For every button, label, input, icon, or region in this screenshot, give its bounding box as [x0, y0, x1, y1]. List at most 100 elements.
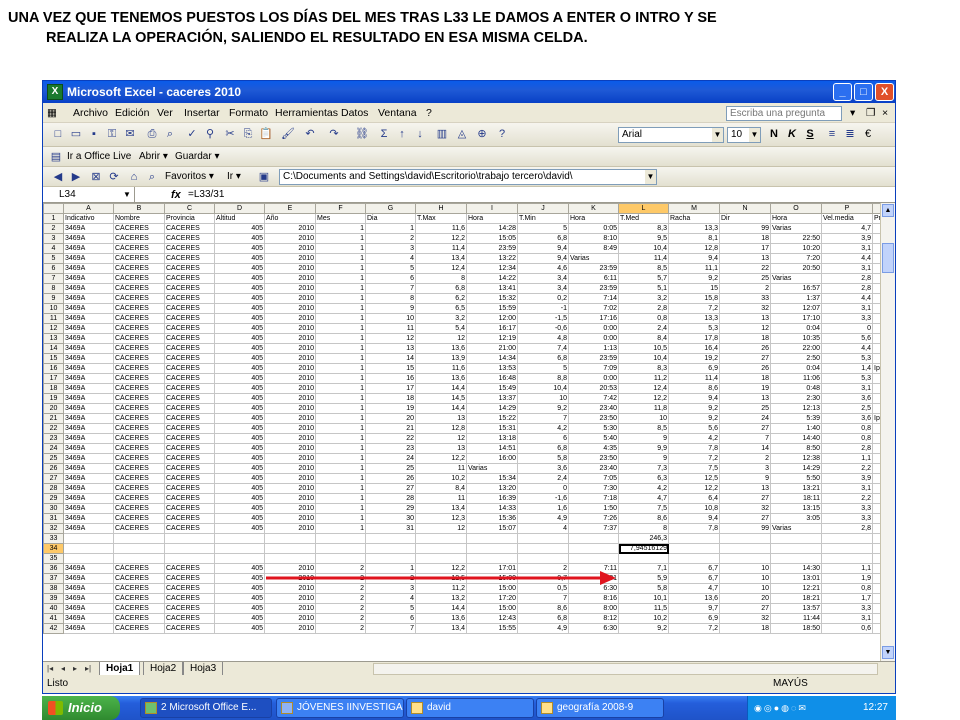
header-cell[interactable]: T.Max	[415, 213, 467, 224]
cell[interactable]: 13	[719, 483, 771, 494]
cell[interactable]: 5,3	[821, 373, 873, 384]
cell[interactable]: 13:37	[466, 393, 518, 404]
cell[interactable]: 12:38	[770, 453, 822, 464]
favorites-button[interactable]: Favoritos ▾	[165, 170, 214, 184]
cell[interactable]: 9,2	[668, 403, 720, 414]
cell[interactable]: 14,4	[415, 383, 467, 394]
cell[interactable]: 13,4	[415, 503, 467, 514]
cell[interactable]: 14,4	[415, 403, 467, 414]
cell[interactable]: 15:49	[466, 383, 518, 394]
doc-restore-icon[interactable]: ❐	[866, 103, 875, 123]
cell[interactable]: 13,3	[668, 313, 720, 324]
cell[interactable]: 14:22	[466, 273, 518, 284]
cell[interactable]: 405	[214, 263, 265, 274]
cell[interactable]: 10	[517, 393, 569, 404]
cell[interactable]: 3469A	[63, 413, 114, 424]
cell[interactable]: 405	[214, 303, 265, 314]
cell[interactable]: 3,1	[821, 243, 873, 254]
address-field[interactable]: C:\Documents and Settings\david\Escritor…	[279, 169, 657, 185]
cell[interactable]: 12,5	[668, 473, 720, 484]
search-web-icon[interactable]: ⌕	[145, 170, 159, 184]
cell[interactable]: 18	[719, 623, 771, 634]
go-button[interactable]: Ir ▾	[227, 170, 241, 184]
cell[interactable]: CACERES	[164, 483, 215, 494]
cell[interactable]: 8,5	[618, 423, 669, 434]
cell[interactable]: 10	[719, 573, 771, 584]
cell[interactable]: 1:50	[568, 503, 619, 514]
minimize-button[interactable]: _	[833, 83, 852, 101]
cell[interactable]: 2010	[264, 283, 316, 294]
cell[interactable]: CACERES	[164, 453, 215, 464]
cell[interactable]: 23:59	[568, 283, 619, 294]
cell[interactable]: 2	[719, 283, 771, 294]
cell[interactable]: 11,4	[668, 373, 720, 384]
cell[interactable]: 6,7	[668, 563, 720, 574]
cell[interactable]: 15:36	[466, 513, 518, 524]
cell[interactable]: 3469A	[63, 433, 114, 444]
cell[interactable]: 2010	[264, 493, 316, 504]
cell[interactable]: 7:20	[770, 253, 822, 264]
cell[interactable]: 2,8	[821, 443, 873, 454]
cell[interactable]: 5	[517, 223, 569, 234]
cell[interactable]: CACERES	[164, 423, 215, 434]
cell[interactable]: 1	[315, 313, 366, 324]
cell[interactable]: 2:30	[770, 393, 822, 404]
cell[interactable]: 1	[315, 473, 366, 484]
cell[interactable]: CACERES	[164, 353, 215, 364]
cell[interactable]: 3469A	[63, 383, 114, 394]
cell[interactable]: 7	[719, 433, 771, 444]
cell[interactable]: 8:49	[568, 243, 619, 254]
cell[interactable]: CÁCERES	[113, 583, 165, 594]
cell[interactable]: 12,4	[415, 263, 467, 274]
row-header[interactable]: 13	[43, 333, 64, 344]
cell[interactable]: 20	[365, 413, 416, 424]
cell[interactable]: 13:18	[466, 433, 518, 444]
row-header[interactable]: 14	[43, 343, 64, 354]
cell[interactable]: 8	[365, 293, 416, 304]
header-cell[interactable]: Dia	[365, 213, 416, 224]
cell[interactable]: 2,8	[821, 283, 873, 294]
cell[interactable]: 6,9	[668, 613, 720, 624]
open-menu-button[interactable]: Abrir ▾	[139, 150, 168, 164]
cell[interactable]: 15:55	[466, 623, 518, 634]
menu-ventana[interactable]: Ventana	[378, 103, 417, 123]
cell[interactable]: CÁCERES	[113, 223, 165, 234]
cell[interactable]: 6,8	[517, 233, 569, 244]
cell[interactable]: 1	[315, 343, 366, 354]
redo-icon[interactable]: ↷	[327, 127, 341, 141]
start-button[interactable]: Inicio	[42, 696, 120, 720]
cell[interactable]: 3,3	[821, 313, 873, 324]
cell[interactable]: 8	[618, 523, 669, 534]
cell[interactable]: 10,4	[517, 383, 569, 394]
cell[interactable]: 12:19	[466, 333, 518, 344]
cell[interactable]: 18:50	[770, 623, 822, 634]
cell[interactable]: 33	[719, 293, 771, 304]
row-header[interactable]: 41	[43, 613, 64, 624]
cell[interactable]: 1	[315, 503, 366, 514]
sort-ascending-icon[interactable]: ↑	[395, 127, 409, 141]
cell[interactable]: 3,6	[821, 413, 873, 424]
cell[interactable]: 7,1	[618, 563, 669, 574]
cell[interactable]: 3469A	[63, 393, 114, 404]
cell[interactable]: 11,8	[618, 403, 669, 414]
cell[interactable]: Varias	[770, 523, 822, 534]
column-header[interactable]: F	[315, 203, 366, 214]
cell[interactable]: 6,8	[517, 353, 569, 364]
first-sheet-icon[interactable]: |◂	[47, 662, 53, 675]
cell[interactable]: 3469A	[63, 443, 114, 454]
cell[interactable]: 5,9	[618, 573, 669, 584]
cell[interactable]: 2,8	[618, 303, 669, 314]
cell[interactable]: 13:20	[466, 483, 518, 494]
cell[interactable]: 12,8	[668, 243, 720, 254]
column-header[interactable]: P	[821, 203, 873, 214]
cell[interactable]: 405	[214, 223, 265, 234]
cell[interactable]: 7,3	[618, 463, 669, 474]
cell[interactable]: 3:05	[770, 513, 822, 524]
cell[interactable]	[568, 533, 619, 544]
cell[interactable]	[821, 543, 873, 554]
undo-icon[interactable]: ↶	[303, 127, 317, 141]
cell[interactable]: 9,4	[668, 513, 720, 524]
cell[interactable]: 6,9	[668, 363, 720, 374]
cell[interactable]: 405	[214, 563, 265, 574]
cell[interactable]: CÁCERES	[113, 563, 165, 574]
